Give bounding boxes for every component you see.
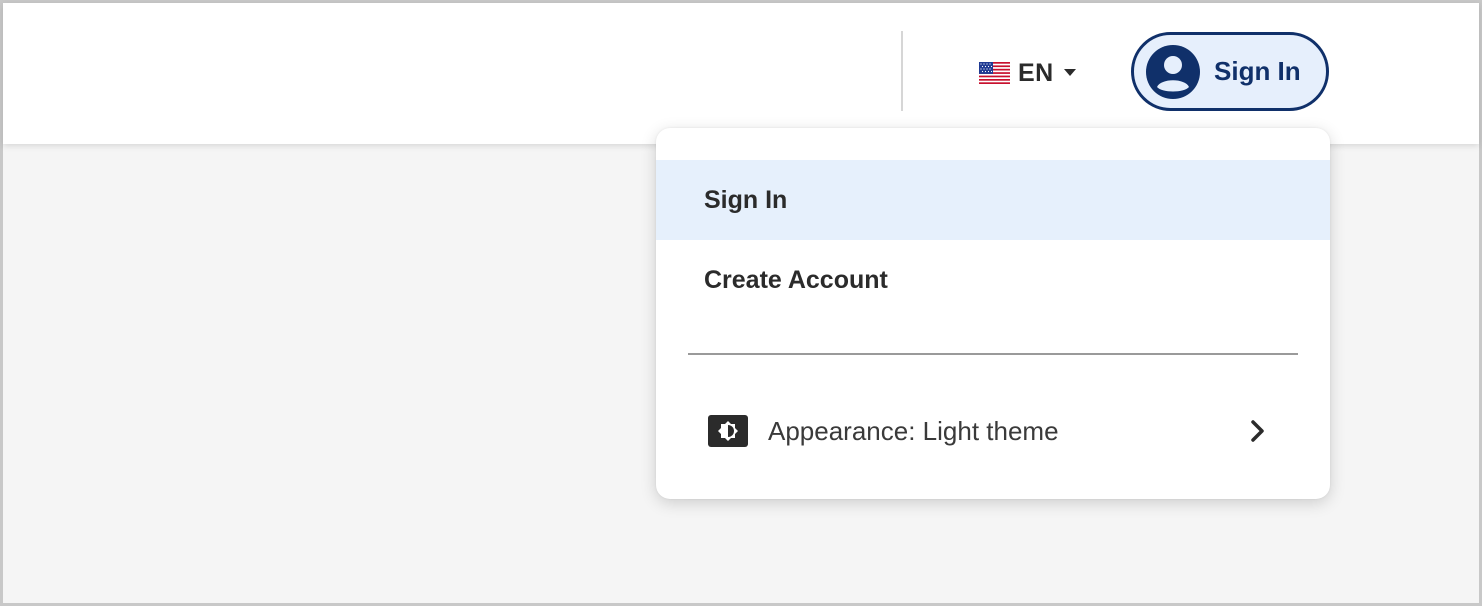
language-selector[interactable]: EN bbox=[979, 53, 1076, 93]
appearance-label: Appearance: Light theme bbox=[768, 415, 1059, 446]
language-code: EN bbox=[1018, 58, 1054, 87]
account-dropdown-menu: Sign In Create Account Appearance: Light… bbox=[656, 128, 1330, 499]
brightness-icon bbox=[708, 415, 748, 447]
menu-item-label: Create Account bbox=[704, 265, 888, 294]
sign-in-button-label: Sign In bbox=[1214, 56, 1301, 86]
sign-in-button[interactable]: Sign In bbox=[1131, 32, 1329, 111]
header-divider bbox=[901, 31, 903, 111]
menu-item-sign-in[interactable]: Sign In bbox=[656, 160, 1330, 240]
menu-item-appearance[interactable]: Appearance: Light theme bbox=[656, 391, 1330, 471]
top-header: EN Sign In bbox=[3, 3, 1479, 144]
chevron-right-icon bbox=[1251, 420, 1264, 442]
user-circle-icon bbox=[1146, 44, 1200, 99]
caret-down-icon bbox=[1063, 69, 1076, 76]
menu-item-create-account[interactable]: Create Account bbox=[656, 240, 1330, 320]
us-flag-icon bbox=[979, 62, 1010, 84]
app-frame: EN Sign In Sign In Create Account Appear… bbox=[0, 0, 1482, 606]
menu-item-label: Sign In bbox=[704, 185, 788, 214]
menu-divider bbox=[688, 353, 1298, 355]
